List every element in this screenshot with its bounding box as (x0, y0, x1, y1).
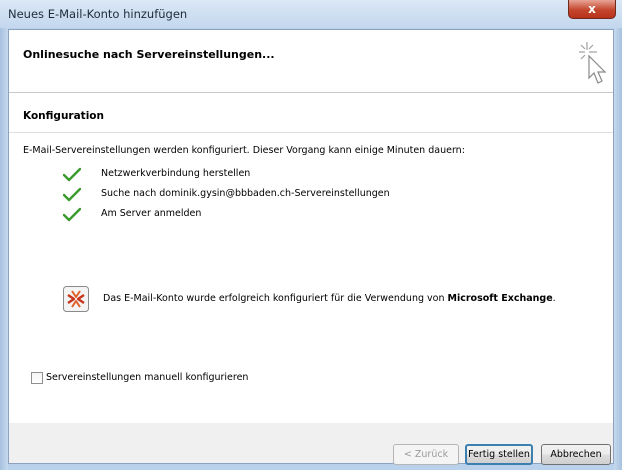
check-icon (63, 207, 81, 222)
wizard-header: Onlinesuche nach Servereinstellungen... (9, 30, 613, 93)
check-icon (63, 167, 81, 182)
step-label: Suche nach dominik.gysin@bbbaden.ch-Serv… (101, 188, 390, 199)
dialog-window: Neues E-Mail-Konto hinzufügen x Onlinesu… (0, 0, 622, 470)
close-button[interactable]: x (568, 0, 616, 19)
cancel-button[interactable]: Abbrechen (541, 444, 611, 465)
step-label: Netzwerkverbindung herstellen (101, 168, 251, 179)
result-product: Microsoft Exchange (447, 293, 553, 304)
window-frame-left (0, 28, 8, 470)
result-suffix: . (552, 293, 556, 304)
manual-config-label[interactable]: Servereinstellungen manuell konfiguriere… (46, 372, 248, 383)
section-divider (9, 132, 613, 133)
check-icon (63, 187, 81, 202)
intro-text: E-Mail-Servereinstellungen werden konfig… (23, 145, 465, 156)
window-frame-right (614, 28, 622, 470)
result-text: Das E-Mail-Konto wurde erfolgreich konfi… (103, 293, 445, 304)
dialog-client-area: Onlinesuche nach Servereinstellungen... … (8, 29, 614, 465)
section-title: Konfiguration (23, 110, 104, 122)
step-label: Am Server anmelden (101, 208, 202, 219)
manual-config-checkbox[interactable] (31, 372, 43, 384)
window-title: Neues E-Mail-Konto hinzufügen (8, 7, 188, 21)
finish-button[interactable]: Fertig stellen (465, 444, 533, 465)
header-title: Onlinesuche nach Servereinstellungen... (23, 48, 275, 61)
wizard-cursor-icon (579, 42, 607, 84)
result-message: Das E-Mail-Konto wurde erfolgreich konfi… (103, 293, 556, 304)
title-bar[interactable]: Neues E-Mail-Konto hinzufügen x (0, 0, 622, 28)
exchange-icon (63, 286, 89, 312)
back-button[interactable]: < Zurück (393, 444, 459, 465)
